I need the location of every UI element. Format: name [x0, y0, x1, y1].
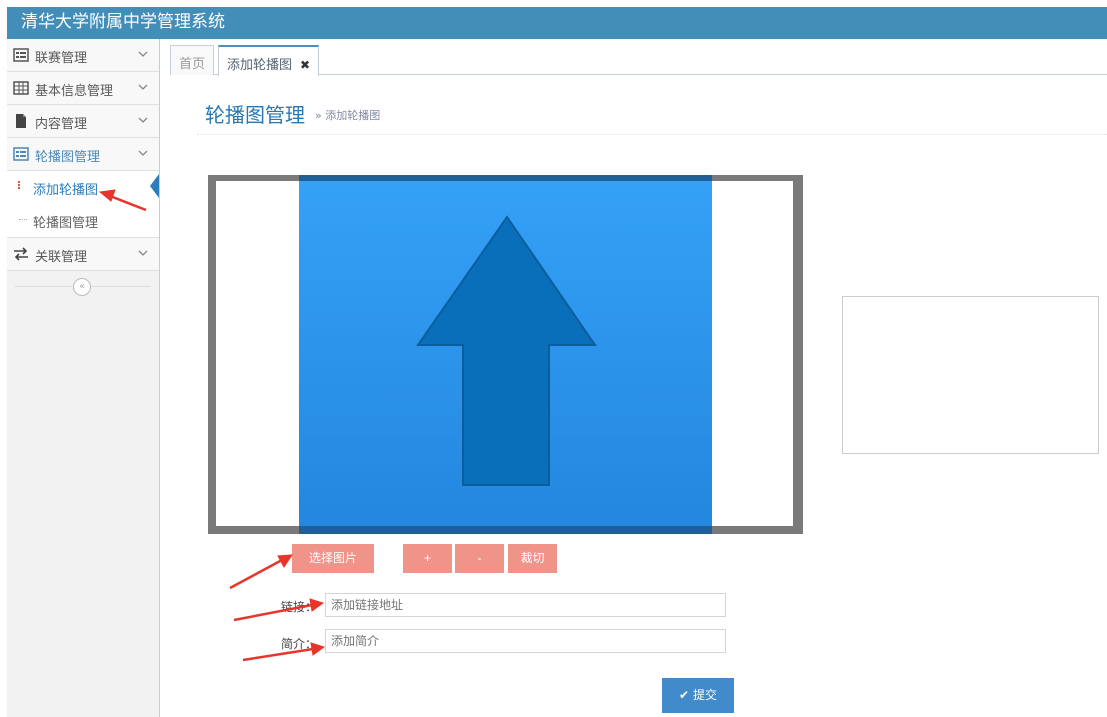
- sidebar: 联赛管理 基本信息管理 内容管理 轮播图管理 添加轮播图 轮播图管理 关联管理 …: [7, 39, 160, 717]
- chevron-down-icon: [138, 117, 148, 123]
- tab-label: 添加轮播图: [227, 58, 293, 73]
- intro-input[interactable]: [325, 629, 726, 653]
- zoom-in-button[interactable]: +: [403, 544, 452, 573]
- sidebar-item-content[interactable]: 内容管理: [7, 105, 159, 138]
- close-icon[interactable]: ✖: [300, 58, 310, 72]
- check-icon: ✔: [679, 688, 690, 702]
- sidebar-item-label: 基本信息管理: [35, 84, 114, 99]
- tab-home[interactable]: 首页: [170, 45, 215, 75]
- crop-button[interactable]: 裁切: [508, 544, 557, 573]
- tab-label: 首页: [179, 57, 206, 72]
- chevron-down-icon: [138, 150, 148, 156]
- choose-image-button[interactable]: 选择图片: [292, 544, 374, 573]
- file-icon: [16, 114, 26, 128]
- image-edge: [299, 526, 712, 534]
- link-input[interactable]: [325, 593, 726, 617]
- sidebar-item-carousel[interactable]: 轮播图管理: [7, 138, 159, 171]
- app-title: 清华大学附属中学管理系统: [21, 12, 225, 32]
- sidebar-item-label: 轮播图管理: [35, 150, 101, 165]
- sidebar-item-league[interactable]: 联赛管理: [7, 39, 159, 72]
- submenu-item-label: 轮播图管理: [33, 216, 99, 231]
- active-pointer-icon: [150, 174, 159, 198]
- crop-preview: [842, 296, 1099, 454]
- sidebar-item-relation[interactable]: 关联管理: [7, 238, 159, 271]
- sidebar-item-label: 内容管理: [35, 117, 88, 132]
- table-icon: [13, 81, 29, 95]
- app-header: 清华大学附属中学管理系统: [7, 7, 1107, 39]
- list-alt-icon: [13, 48, 29, 62]
- page-title: 轮播图管理: [205, 103, 305, 127]
- breadcrumb: » 添加轮播图: [315, 109, 381, 122]
- intro-label: 简介：: [281, 637, 318, 651]
- submit-button[interactable]: ✔ 提交: [662, 678, 734, 713]
- collapse-sidebar-icon[interactable]: «: [73, 278, 91, 296]
- active-marker: [18, 181, 20, 189]
- link-label: 链接：: [281, 600, 318, 614]
- chevron-down-icon: [138, 51, 148, 57]
- chevron-down-icon: [138, 250, 148, 256]
- submenu-item-carousel-manage[interactable]: 轮播图管理: [7, 204, 159, 237]
- carousel-submenu: 添加轮播图 轮播图管理: [7, 171, 159, 238]
- tree-line: [19, 219, 27, 220]
- zoom-out-button[interactable]: -: [455, 544, 504, 573]
- submenu-item-add-carousel[interactable]: 添加轮播图: [7, 171, 159, 204]
- upload-placeholder-image[interactable]: [299, 175, 712, 534]
- sidebar-collapse-bar: «: [7, 276, 159, 298]
- tab-bar: 首页 添加轮播图 ✖: [170, 45, 1107, 76]
- exchange-icon: [14, 247, 28, 261]
- sidebar-item-label: 关联管理: [35, 250, 88, 265]
- submenu-item-label: 添加轮播图: [33, 183, 99, 198]
- submit-label: 提交: [692, 688, 717, 702]
- page-header: 轮播图管理 » 添加轮播图: [197, 97, 1107, 135]
- sidebar-item-label: 联赛管理: [35, 51, 88, 66]
- chevron-down-icon: [138, 84, 148, 90]
- sidebar-item-basic-info[interactable]: 基本信息管理: [7, 72, 159, 105]
- list-alt-icon: [13, 147, 29, 161]
- tab-add-carousel[interactable]: 添加轮播图 ✖: [218, 45, 320, 76]
- annotation-arrow-icon: [229, 554, 293, 590]
- upload-arrow-icon: [416, 215, 597, 486]
